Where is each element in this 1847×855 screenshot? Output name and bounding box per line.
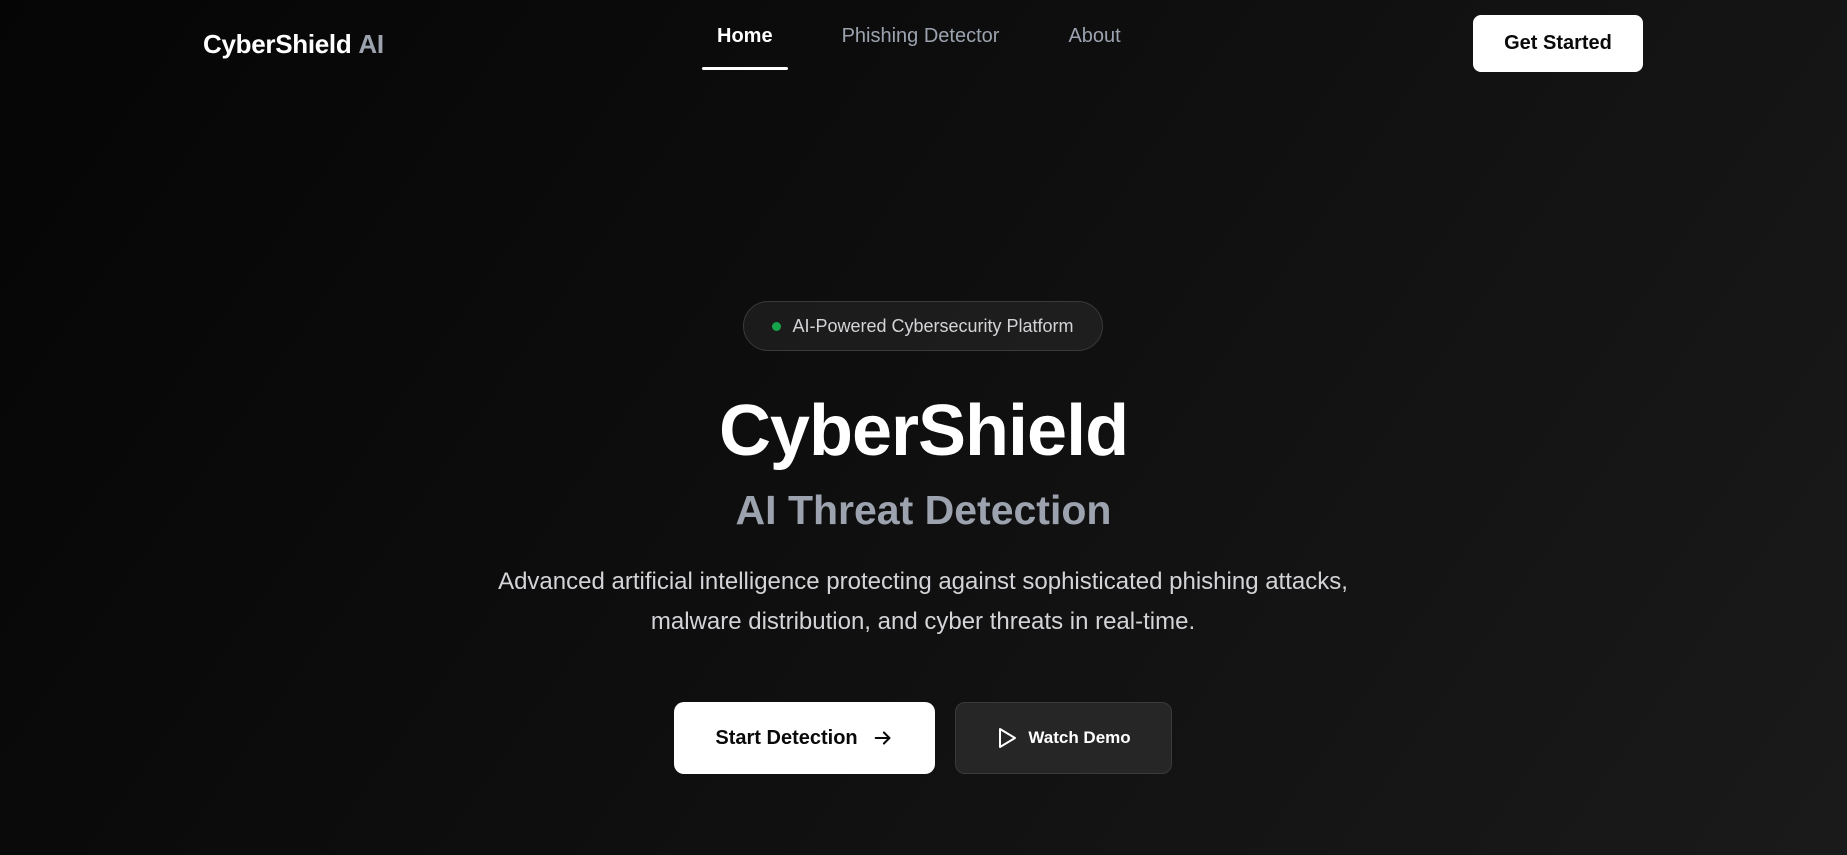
arrow-right-icon bbox=[874, 731, 891, 745]
hero-description: Advanced artificial intelligence protect… bbox=[498, 568, 1348, 635]
hero-title: CyberShield bbox=[718, 391, 1129, 471]
top-navbar: CyberShield AI Home Phishing Detector Ab… bbox=[0, 0, 1847, 88]
nav-item-about[interactable]: About bbox=[1053, 0, 1135, 72]
logo-accent-text: AI bbox=[358, 29, 384, 59]
nav-item-home[interactable]: Home bbox=[702, 0, 788, 72]
logo[interactable]: CyberShield AI bbox=[203, 29, 384, 60]
get-started-label: Get Started bbox=[1504, 32, 1612, 54]
badge-text: AI-Powered Cybersecurity Platform bbox=[792, 315, 1074, 336]
watch-demo-button[interactable]: Watch Demo bbox=[955, 702, 1172, 774]
logo-text: CyberShield bbox=[203, 29, 352, 59]
landing-page: CyberShield AI Home Phishing Detector Ab… bbox=[0, 0, 1847, 855]
play-icon bbox=[999, 728, 1017, 748]
platform-badge: AI-Powered Cybersecurity Platform bbox=[743, 301, 1103, 351]
watch-demo-label: Watch Demo bbox=[1028, 728, 1131, 747]
start-detection-button[interactable]: Start Detection bbox=[674, 702, 935, 774]
nav-item-label: About bbox=[1068, 24, 1121, 47]
start-detection-label: Start Detection bbox=[715, 726, 858, 749]
get-started-button[interactable]: Get Started bbox=[1473, 15, 1643, 72]
status-dot-icon bbox=[772, 321, 782, 331]
nav-item-phishing-detector[interactable]: Phishing Detector bbox=[827, 0, 1015, 72]
nav-item-label: Home bbox=[717, 24, 773, 47]
main-nav: Home Phishing Detector About bbox=[702, 0, 1136, 72]
nav-item-label: Phishing Detector bbox=[841, 24, 1000, 47]
hero-subtitle: AI Threat Detection bbox=[735, 487, 1112, 533]
